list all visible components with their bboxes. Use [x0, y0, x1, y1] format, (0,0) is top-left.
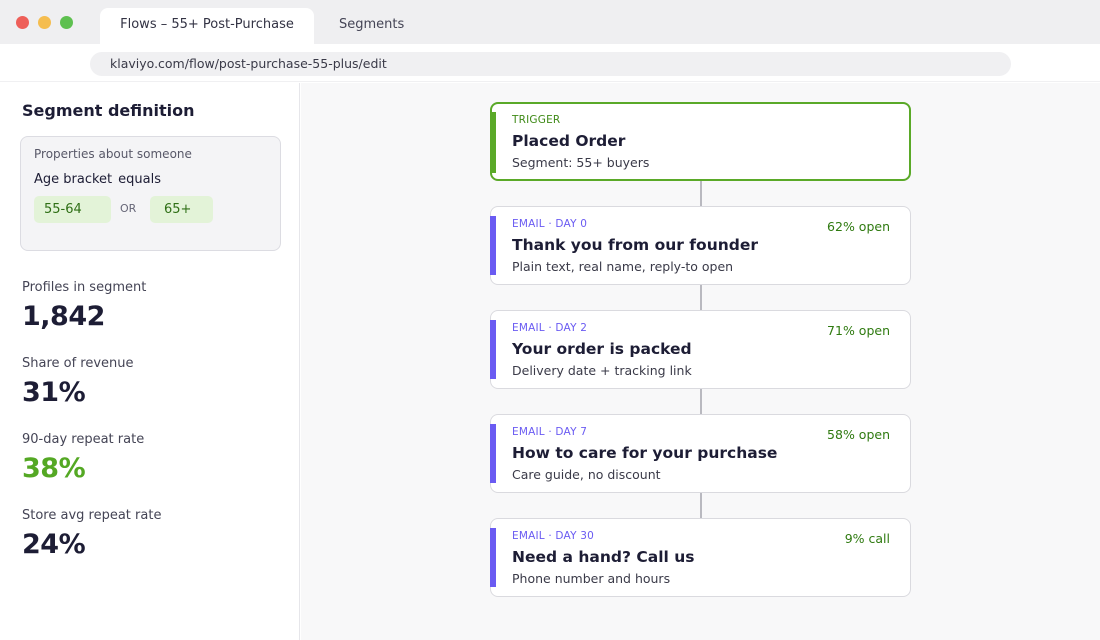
- stat-label-profiles: Profiles in segment: [22, 280, 147, 295]
- node-kicker: TRIGGER: [512, 114, 561, 126]
- flow-connector: [700, 181, 702, 206]
- node-kicker: EMAIL · DAY 0: [512, 218, 588, 230]
- flow-node-email[interactable]: EMAIL · DAY 30 Need a hand? Call us Phon…: [490, 518, 911, 597]
- browser-titlebar: Flows – 55+ Post-Purchase Segments: [0, 0, 1100, 44]
- stat-value-revenue-share: 31%: [22, 377, 86, 408]
- node-title: Your order is packed: [512, 340, 692, 358]
- minimize-window-button[interactable]: [38, 16, 51, 29]
- flow-node-email[interactable]: EMAIL · DAY 7 How to care for your purch…: [490, 414, 911, 493]
- tab-segments[interactable]: Segments: [339, 8, 404, 44]
- flow-connector: [700, 389, 702, 414]
- node-title: Thank you from our founder: [512, 236, 759, 254]
- node-subtitle: Delivery date + tracking link: [512, 363, 692, 378]
- node-metric: 9% call: [844, 531, 890, 546]
- condition-type-label: Properties about someone: [34, 147, 192, 161]
- node-metric: 71% open: [827, 323, 890, 338]
- node-accent-bar: [490, 112, 496, 173]
- node-kicker: EMAIL · DAY 30: [512, 530, 595, 542]
- condition-value-pill[interactable]: 65+: [150, 196, 213, 223]
- node-metric: 58% open: [827, 427, 890, 442]
- stat-label-store-avg: Store avg repeat rate: [22, 508, 162, 523]
- flow-connector: [700, 493, 702, 518]
- condition-joiner: OR: [120, 202, 137, 215]
- flow-connector: [700, 285, 702, 310]
- condition-row: Age bracket equals: [34, 172, 161, 187]
- sidebar-title: Segment definition: [22, 101, 195, 120]
- condition-value-pill[interactable]: 55-64: [34, 196, 111, 223]
- node-subtitle: Phone number and hours: [512, 571, 671, 586]
- stat-label-revenue-share: Share of revenue: [22, 356, 134, 371]
- stat-value-store-avg: 24%: [22, 529, 86, 560]
- node-subtitle: Plain text, real name, reply-to open: [512, 259, 734, 274]
- node-subtitle: Segment: 55+ buyers: [512, 155, 650, 170]
- node-accent-bar: [490, 424, 496, 483]
- node-title: Placed Order: [512, 132, 626, 150]
- node-accent-bar: [490, 216, 496, 275]
- condition-operator[interactable]: equals: [118, 172, 161, 187]
- node-accent-bar: [490, 528, 496, 587]
- stat-value-repeat-rate: 38%: [22, 453, 86, 484]
- node-kicker: EMAIL · DAY 7: [512, 426, 588, 438]
- node-accent-bar: [490, 320, 496, 379]
- flow-node-email[interactable]: EMAIL · DAY 2 Your order is packed Deliv…: [490, 310, 911, 389]
- flow-node-email[interactable]: EMAIL · DAY 0 Thank you from our founder…: [490, 206, 911, 285]
- node-title: Need a hand? Call us: [512, 548, 695, 566]
- node-subtitle: Care guide, no discount: [512, 467, 661, 482]
- node-metric: 62% open: [827, 219, 890, 234]
- condition-property[interactable]: Age bracket: [34, 172, 112, 187]
- segment-sidebar: Segment definition Properties about some…: [0, 83, 300, 640]
- tab-flows[interactable]: Flows – 55+ Post-Purchase: [100, 8, 314, 44]
- maximize-window-button[interactable]: [60, 16, 73, 29]
- close-window-button[interactable]: [16, 16, 29, 29]
- address-bar-row: klaviyo.com/flow/post-purchase-55-plus/e…: [0, 44, 1100, 82]
- node-title: How to care for your purchase: [512, 444, 778, 462]
- flow-node-trigger[interactable]: TRIGGER Placed Order Segment: 55+ buyers: [490, 102, 911, 181]
- stat-label-repeat-rate: 90-day repeat rate: [22, 432, 145, 447]
- address-bar[interactable]: klaviyo.com/flow/post-purchase-55-plus/e…: [90, 52, 1011, 76]
- segment-condition-card[interactable]: Properties about someone Age bracket equa…: [20, 136, 281, 251]
- stat-value-profiles: 1,842: [22, 301, 105, 332]
- node-kicker: EMAIL · DAY 2: [512, 322, 588, 334]
